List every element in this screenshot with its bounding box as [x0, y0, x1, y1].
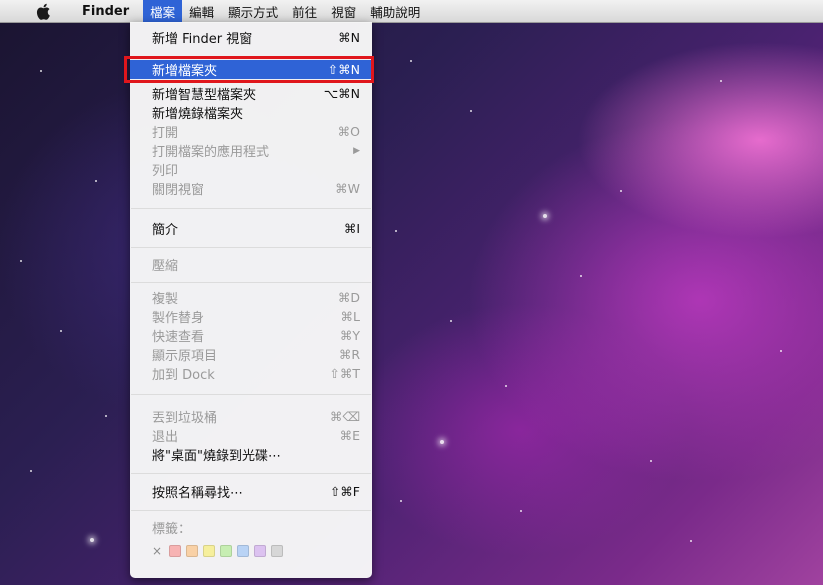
menu-item-shortcut: ⇧⌘F: [329, 484, 360, 499]
tag-color-row: ×: [152, 544, 288, 558]
menu-item-open-with[interactable]: 打開檔案的應用程式 ▶: [130, 141, 372, 160]
menu-separator: [131, 510, 371, 511]
apple-menu-icon[interactable]: [34, 2, 52, 20]
menu-item-shortcut: ⌘N: [338, 30, 360, 45]
menu-item-show-original[interactable]: 顯示原項目 ⌘R: [130, 345, 372, 364]
menu-item-label: 顯示原項目: [152, 349, 218, 364]
menu-item-shortcut: ⌘O: [337, 124, 360, 139]
menu-item-label: 丟到垃圾桶: [152, 411, 218, 426]
menu-item-label: 加到 Dock: [152, 368, 215, 383]
submenu-arrow-icon: ▶: [353, 145, 360, 156]
menu-item-new-burn-folder[interactable]: 新增燒錄檔案夾: [130, 103, 372, 122]
menu-item-shortcut: ⌘⌫: [329, 409, 360, 424]
wallpaper-stars: [0, 0, 823, 585]
menu-item-label: 壓縮: [152, 259, 179, 274]
menu-item-shortcut: ⌥⌘N: [323, 86, 360, 101]
file-menu-dropdown: 新增 Finder 視窗 ⌘N 新增檔案夾 ⇧⌘N 新增智慧型檔案夾 ⌥⌘N 新…: [130, 22, 372, 578]
menu-item-shortcut: ⌘L: [340, 309, 360, 324]
menu-item-label: 快速查看: [152, 330, 205, 345]
tag-color-swatch[interactable]: [237, 545, 250, 557]
menu-item-label: 複製: [152, 292, 179, 307]
tag-color-swatch[interactable]: [220, 545, 233, 557]
menu-item-find-by-name[interactable]: 按照名稱尋找⋯ ⇧⌘F: [130, 482, 372, 501]
menu-item-tags-label: 標籤：: [130, 518, 372, 537]
menu-item-label: 退出: [152, 430, 179, 445]
menu-item-shortcut: ⇧⌘T: [329, 366, 360, 381]
tag-color-swatch[interactable]: [203, 545, 216, 557]
menu-bar: Finder 檔案 編輯 顯示方式 前往 視窗 輔助說明: [0, 0, 823, 23]
menu-item-quick-look[interactable]: 快速查看 ⌘Y: [130, 326, 372, 345]
menu-item-duplicate[interactable]: 複製 ⌘D: [130, 288, 372, 307]
menu-item-shortcut: ⌘Y: [339, 328, 360, 343]
menu-item-shortcut: ⌘W: [335, 181, 360, 196]
menu-item-label: 製作替身: [152, 311, 205, 326]
menu-item-burn-desktop[interactable]: 將"桌面"燒錄到光碟⋯: [130, 445, 372, 464]
menu-item-label: 新增智慧型檔案夾: [152, 88, 257, 103]
menu-item-label: 將"桌面"燒錄到光碟⋯: [152, 449, 281, 464]
menu-item-label: 打開檔案的應用程式: [152, 145, 270, 160]
menu-item-add-to-dock[interactable]: 加到 Dock ⇧⌘T: [130, 364, 372, 383]
menu-item-open[interactable]: 打開 ⌘O: [130, 122, 372, 141]
menu-item-label: 標籤：: [152, 522, 192, 537]
menu-item-move-to-trash[interactable]: 丟到垃圾桶 ⌘⌫: [130, 407, 372, 426]
menu-item-get-info[interactable]: 簡介 ⌘I: [130, 219, 372, 238]
menu-item-new-finder-window[interactable]: 新增 Finder 視窗 ⌘N: [130, 28, 372, 47]
menu-separator: [131, 208, 371, 209]
menubar-help[interactable]: 輔助說明: [363, 0, 427, 22]
menubar-view[interactable]: 顯示方式: [221, 0, 285, 22]
menubar-file[interactable]: 檔案: [143, 0, 183, 22]
menubar-edit[interactable]: 編輯: [182, 0, 221, 22]
menu-item-label: 新增燒錄檔案夾: [152, 107, 244, 122]
menu-separator: [131, 394, 371, 395]
menubar-window[interactable]: 視窗: [324, 0, 363, 22]
menu-item-shortcut: ⌘R: [338, 347, 360, 362]
menu-separator: [131, 473, 371, 474]
tag-color-swatch[interactable]: [186, 545, 199, 557]
tag-color-swatch[interactable]: [254, 545, 267, 557]
menu-item-label: 列印: [152, 164, 179, 179]
menu-item-shortcut: ⌘E: [339, 428, 360, 443]
remove-tag-icon[interactable]: ×: [152, 544, 162, 558]
menu-item-new-smart-folder[interactable]: 新增智慧型檔案夾 ⌥⌘N: [130, 84, 372, 103]
menu-item-label: 關閉視窗: [152, 183, 205, 198]
menu-item-label: 新增 Finder 視窗: [152, 32, 253, 47]
menu-separator: [131, 282, 371, 283]
menu-item-shortcut: ⌘D: [337, 290, 360, 305]
menu-item-label: 打開: [152, 126, 179, 141]
menu-item-make-alias[interactable]: 製作替身 ⌘L: [130, 307, 372, 326]
menu-separator: [131, 247, 371, 248]
menu-item-shortcut: ⌘I: [343, 221, 360, 236]
menu-item-eject[interactable]: 退出 ⌘E: [130, 426, 372, 445]
tag-color-swatch[interactable]: [169, 545, 182, 557]
menubar-app-finder[interactable]: Finder: [75, 0, 136, 22]
menu-item-label: 按照名稱尋找⋯: [152, 486, 244, 501]
annotation-highlight-box: [124, 56, 374, 83]
menu-item-close-window[interactable]: 關閉視窗 ⌘W: [130, 179, 372, 198]
menu-item-compress[interactable]: 壓縮: [130, 255, 372, 274]
menu-item-print[interactable]: 列印: [130, 160, 372, 179]
menu-item-label: 簡介: [152, 223, 179, 238]
tag-color-swatch[interactable]: [271, 545, 284, 557]
menubar-go[interactable]: 前往: [285, 0, 324, 22]
